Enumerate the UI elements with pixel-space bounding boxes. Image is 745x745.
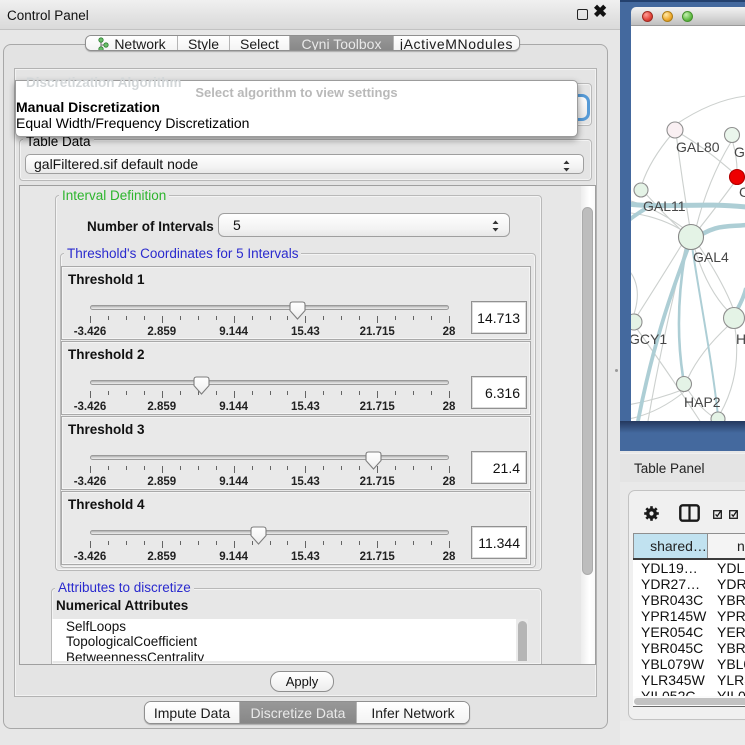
svg-text:GAL11: GAL11 bbox=[643, 198, 686, 214]
svg-text:HAP2: HAP2 bbox=[684, 394, 721, 410]
svg-text:GCY1: GCY1 bbox=[631, 331, 667, 347]
svg-text:GAL4: GAL4 bbox=[693, 249, 729, 265]
svg-text:H: H bbox=[736, 331, 745, 347]
svg-text:GAL80: GAL80 bbox=[676, 139, 720, 155]
svg-text:GA: GA bbox=[734, 144, 745, 160]
svg-text:CA: CA bbox=[739, 184, 745, 200]
